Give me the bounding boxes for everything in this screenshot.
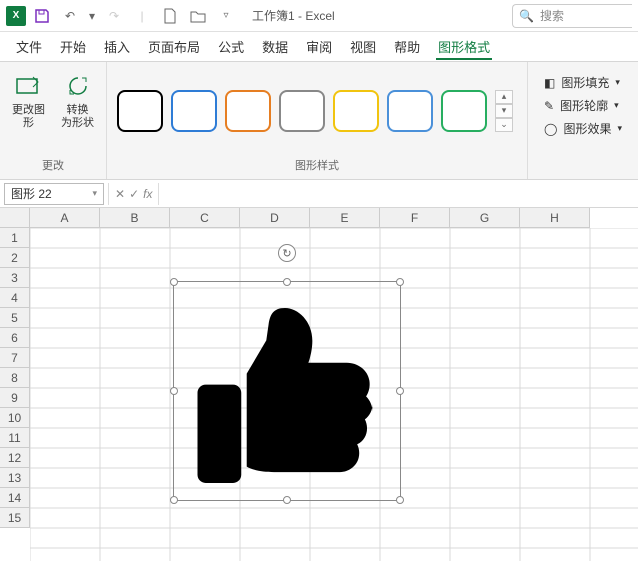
style-preset-4[interactable] — [279, 90, 325, 132]
column-header[interactable]: C — [170, 208, 240, 228]
tab-formulas[interactable]: 公式 — [216, 33, 246, 60]
column-headers: ABCDEFGH — [30, 208, 590, 228]
style-gallery-scroll: ▴ ▾ ⌄ — [495, 90, 513, 132]
ribbon: 更改图 形 转换 为形状 更改 ▴ ▾ ⌄ — [0, 62, 638, 180]
window-title: 工作簿1 - Excel — [252, 7, 335, 24]
chevron-down-icon: ▾ — [617, 123, 622, 134]
style-preset-5[interactable] — [333, 90, 379, 132]
row-headers: 123456789101112131415 — [0, 228, 30, 528]
row-header[interactable]: 4 — [0, 288, 30, 308]
separator: | — [130, 4, 154, 28]
style-preset-3[interactable] — [225, 90, 271, 132]
confirm-formula-icon[interactable]: ✓ — [129, 187, 139, 201]
search-placeholder: 搜索 — [540, 7, 564, 24]
column-header[interactable]: E — [310, 208, 380, 228]
formula-input[interactable] — [159, 183, 638, 205]
tab-file[interactable]: 文件 — [14, 33, 44, 60]
change-shape-button[interactable]: 更改图 形 — [8, 68, 49, 134]
group-label-styles: 图形样式 — [115, 157, 519, 173]
row-header[interactable]: 15 — [0, 508, 30, 528]
excel-app-icon: X — [6, 6, 26, 26]
style-preset-6[interactable] — [387, 90, 433, 132]
search-box[interactable]: 🔍 搜索 — [512, 4, 632, 28]
gallery-more-icon[interactable]: ⌄ — [495, 118, 513, 132]
style-preset-7[interactable] — [441, 90, 487, 132]
cancel-formula-icon[interactable]: ✕ — [115, 187, 125, 201]
style-preset-2[interactable] — [171, 90, 217, 132]
column-header[interactable]: A — [30, 208, 100, 228]
tab-insert[interactable]: 插入 — [102, 33, 132, 60]
save-icon[interactable] — [30, 4, 54, 28]
fill-icon: ◧ — [544, 76, 555, 90]
gallery-down-icon[interactable]: ▾ — [495, 104, 513, 118]
convert-shape-icon — [64, 72, 92, 100]
ribbon-group-modify: 更改图 形 转换 为形状 更改 — [0, 62, 107, 179]
tab-home[interactable]: 开始 — [58, 33, 88, 60]
name-box[interactable]: 图形 22 ▾ — [4, 183, 104, 205]
undo-dropdown-icon[interactable]: ▾ — [86, 4, 98, 28]
row-header[interactable]: 8 — [0, 368, 30, 388]
row-header[interactable]: 3 — [0, 268, 30, 288]
open-file-icon[interactable] — [186, 4, 210, 28]
ribbon-group-styles: ▴ ▾ ⌄ 图形样式 — [107, 62, 528, 179]
new-file-icon[interactable] — [158, 4, 182, 28]
column-header[interactable]: F — [380, 208, 450, 228]
shape-effects-button[interactable]: ◯图形效果▾ — [544, 120, 622, 137]
row-header[interactable]: 6 — [0, 328, 30, 348]
thumbs-up-shape[interactable] — [190, 308, 380, 486]
column-header[interactable]: G — [450, 208, 520, 228]
fx-icon[interactable]: fx — [143, 187, 152, 201]
row-header[interactable]: 1 — [0, 228, 30, 248]
ribbon-group-shapeoptions: ◧图形填充▾ ✎图形轮廓▾ ◯图形效果▾ — [528, 62, 638, 179]
outline-icon: ✎ — [544, 99, 554, 113]
row-header[interactable]: 9 — [0, 388, 30, 408]
redo-icon[interactable]: ↷ — [102, 4, 126, 28]
row-header[interactable]: 2 — [0, 248, 30, 268]
gallery-up-icon[interactable]: ▴ — [495, 90, 513, 104]
tab-help[interactable]: 帮助 — [392, 33, 422, 60]
ribbon-tabs: 文件 开始 插入 页面布局 公式 数据 审阅 视图 帮助 图形格式 — [0, 32, 638, 62]
row-header[interactable]: 5 — [0, 308, 30, 328]
change-shape-icon — [15, 72, 43, 100]
tab-view[interactable]: 视图 — [348, 33, 378, 60]
row-header[interactable]: 7 — [0, 348, 30, 368]
column-header[interactable]: H — [520, 208, 590, 228]
chevron-down-icon: ▾ — [614, 100, 619, 111]
rotate-handle[interactable]: ↻ — [278, 244, 296, 262]
group-label-modify: 更改 — [8, 157, 98, 173]
undo-icon[interactable]: ↶ — [58, 4, 82, 28]
row-header[interactable]: 12 — [0, 448, 30, 468]
tab-data[interactable]: 数据 — [260, 33, 290, 60]
tab-review[interactable]: 审阅 — [304, 33, 334, 60]
search-icon: 🔍 — [519, 9, 534, 23]
worksheet-grid: ABCDEFGH 123456789101112131415 ↻ — [0, 208, 638, 561]
tab-shapeformat[interactable]: 图形格式 — [436, 33, 492, 60]
style-preset-1[interactable] — [117, 90, 163, 132]
column-header[interactable]: B — [100, 208, 170, 228]
shape-fill-button[interactable]: ◧图形填充▾ — [544, 74, 622, 91]
convert-shape-button[interactable]: 转换 为形状 — [57, 68, 98, 134]
shape-outline-button[interactable]: ✎图形轮廓▾ — [544, 97, 622, 114]
tab-pagelayout[interactable]: 页面布局 — [146, 33, 202, 60]
chevron-down-icon: ▾ — [92, 188, 97, 199]
title-bar: X ↶ ▾ ↷ | ▿ 工作簿1 - Excel 🔍 搜索 — [0, 0, 638, 32]
qat-overflow-icon[interactable]: ▿ — [214, 4, 238, 28]
column-header[interactable]: D — [240, 208, 310, 228]
chevron-down-icon: ▾ — [615, 77, 620, 88]
select-all-corner[interactable] — [0, 208, 30, 228]
row-header[interactable]: 14 — [0, 488, 30, 508]
row-header[interactable]: 10 — [0, 408, 30, 428]
effects-icon: ◯ — [544, 122, 557, 136]
row-header[interactable]: 13 — [0, 468, 30, 488]
row-header[interactable]: 11 — [0, 428, 30, 448]
formula-bar: 图形 22 ▾ ✕ ✓ fx — [0, 180, 638, 208]
